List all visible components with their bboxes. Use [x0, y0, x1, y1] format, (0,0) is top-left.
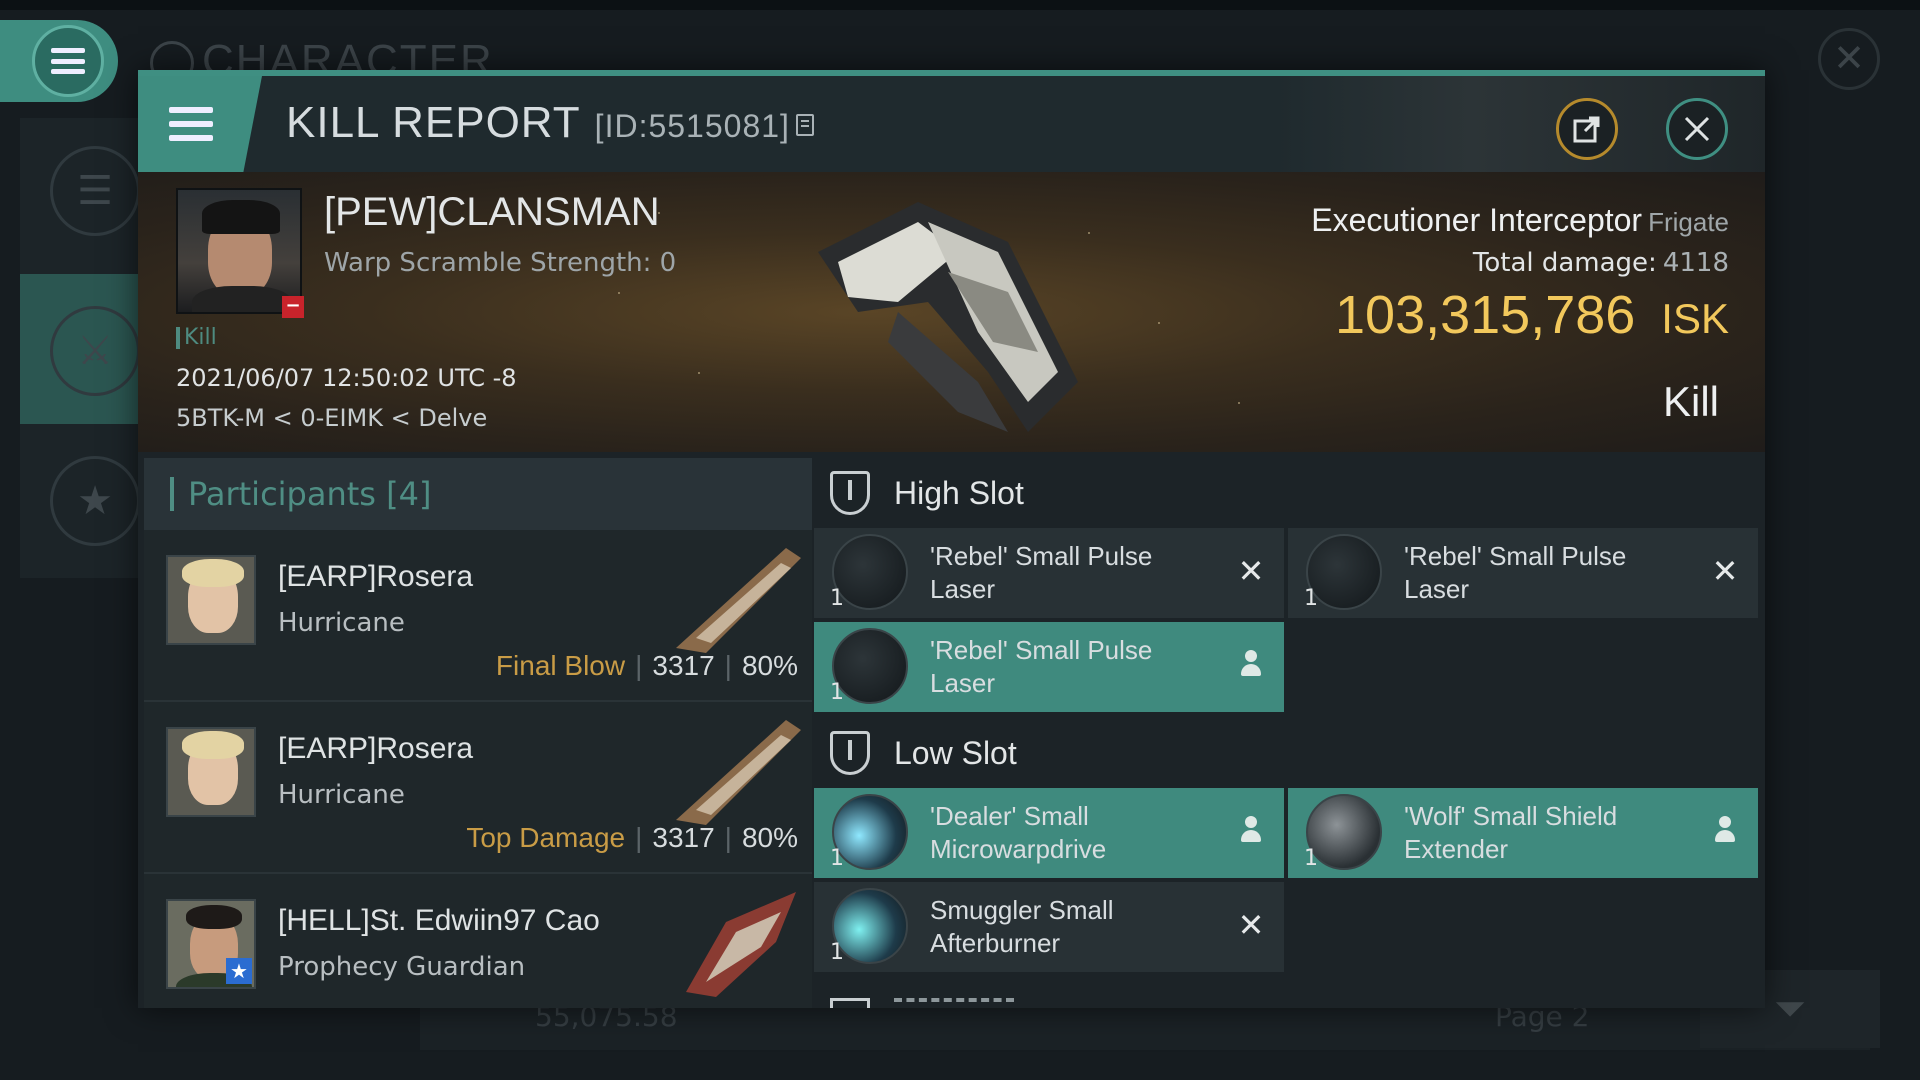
- participant-stats: Final Blow | 3317 | 80%: [495, 650, 798, 681]
- module-quantity: 1: [1304, 586, 1318, 611]
- participant-damage: 3317: [652, 822, 715, 853]
- list-icon[interactable]: ☰: [50, 146, 140, 236]
- participant-row[interactable]: [EARP]Rosera Hurricane Final Blow | 3317 | 8…: [144, 530, 812, 702]
- main-menu-button[interactable]: [0, 20, 118, 102]
- module-quantity: 1: [830, 586, 844, 611]
- modal-title: KILL REPORT [ID:5515081]: [286, 98, 814, 148]
- copy-icon[interactable]: [795, 114, 814, 137]
- participants-header[interactable]: Participants [4]: [144, 458, 812, 530]
- module-item[interactable]: 1 'Rebel' Small Pulse Laser: [814, 622, 1284, 712]
- low-slot-header: Low Slot: [830, 718, 1017, 788]
- victim-summary: − [PEW]CLANSMAN Warp Scramble Strength: …: [138, 172, 1765, 452]
- module-item[interactable]: 1 Smuggler Small Afterburner ✕: [814, 882, 1284, 972]
- dropped-person-icon: [1240, 650, 1262, 680]
- top-bar: [0, 0, 1920, 10]
- victim-ship-image[interactable]: [778, 182, 1108, 442]
- participant-ship: Hurricane: [278, 608, 405, 638]
- isk-value: 103,315,786 ISK: [1335, 285, 1729, 345]
- module-quantity: 1: [1304, 846, 1318, 871]
- module-item[interactable]: 1 'Wolf' Small Shield Extender: [1288, 788, 1758, 878]
- crossed-swords-icon[interactable]: ⚔: [50, 306, 140, 396]
- participants-panel: Participants [4] [EARP]Rosera Hurricane …: [144, 458, 812, 1008]
- hamburger-icon: [169, 107, 213, 141]
- kill-report-modal: KILL REPORT[ID:5515081] − [PEW]CLANSMAN: [138, 70, 1765, 1008]
- close-icon: [1684, 116, 1710, 142]
- kill-id: [ID:5515081]: [594, 108, 790, 144]
- module-name: Smuggler Small Afterburner: [930, 895, 1114, 958]
- participant-stats: Top Damage | 3317 | 80%: [466, 822, 798, 853]
- participant-role: Top Damage: [466, 822, 626, 853]
- fitting-panel: High Slot 1 'Rebel' Small Pulse Laser ✕ …: [814, 458, 1765, 1008]
- star-icon[interactable]: ★: [50, 456, 140, 546]
- kill-result: Kill: [1662, 378, 1719, 425]
- kill-location[interactable]: 5BTK-M < 0-EIMK < Delve: [176, 404, 487, 432]
- share-icon: [1573, 116, 1600, 143]
- mid-slot-icon: [830, 998, 870, 1008]
- kill-tag: Kill: [176, 327, 217, 349]
- star-badge-icon: ★: [226, 958, 252, 984]
- module-name: 'Rebel' Small Pulse Laser: [930, 635, 1153, 698]
- dropped-person-icon: [1240, 816, 1262, 846]
- module-quantity: 1: [830, 940, 844, 965]
- module-quantity: 1: [830, 846, 844, 871]
- participant-ship: Hurricane: [278, 780, 405, 810]
- participant-name: [EARP]Rosera: [278, 560, 474, 593]
- low-slot-icon: [830, 731, 870, 775]
- ship-name[interactable]: Executioner Interceptor Frigate: [1311, 202, 1729, 239]
- participant-name: [HELL]St. Edwiin97 Cao: [278, 904, 600, 937]
- module-quantity: 1: [830, 680, 844, 705]
- share-button[interactable]: [1556, 98, 1618, 160]
- corp-badge-icon: −: [282, 296, 304, 318]
- participant-ship: Prophecy Guardian: [278, 952, 526, 982]
- participant-ship-image: [686, 892, 796, 997]
- participant-row[interactable]: ★ [HELL]St. Edwiin97 Cao Prophecy Guardi…: [144, 874, 812, 1008]
- total-damage: Total damage: 4118: [1472, 248, 1729, 278]
- module-item[interactable]: 1 'Rebel' Small Pulse Laser ✕: [814, 528, 1284, 618]
- destroyed-icon: ✕: [1711, 552, 1739, 590]
- dropped-person-icon: [1714, 816, 1736, 846]
- warp-scramble-strength: Warp Scramble Strength: 0: [324, 248, 677, 278]
- module-name: 'Wolf' Small Shield Extender: [1404, 801, 1618, 864]
- module-name: 'Rebel' Small Pulse Laser: [930, 541, 1153, 604]
- report-menu-button[interactable]: [138, 76, 262, 172]
- kill-datetime: 2021/06/07 12:50:02 UTC -8: [176, 364, 517, 392]
- high-slot-header: High Slot: [830, 458, 1024, 528]
- ship-class: Frigate: [1648, 207, 1729, 237]
- victim-name[interactable]: [PEW]CLANSMAN: [324, 190, 660, 235]
- participant-percent: 80%: [741, 822, 798, 853]
- hamburger-icon: [51, 48, 85, 74]
- module-name: 'Dealer' Small Microwarpdrive: [930, 801, 1107, 864]
- mid-slot-header: [894, 998, 1014, 1008]
- destroyed-icon: ✕: [1237, 552, 1265, 590]
- participant-ship-image: [676, 720, 801, 825]
- participant-portrait[interactable]: [166, 555, 256, 645]
- close-button[interactable]: [1666, 98, 1728, 160]
- participant-portrait[interactable]: [166, 727, 256, 817]
- background-close-button[interactable]: ✕: [1818, 28, 1880, 90]
- modal-header: KILL REPORT [ID:5515081]: [138, 76, 1765, 172]
- participant-damage: 3317: [652, 650, 715, 681]
- participant-row[interactable]: [EARP]Rosera Hurricane Top Damage | 3317 | 8…: [144, 702, 812, 874]
- module-item[interactable]: 1 'Dealer' Small Microwarpdrive: [814, 788, 1284, 878]
- destroyed-icon: ✕: [1237, 906, 1265, 944]
- module-item[interactable]: 1 'Rebel' Small Pulse Laser ✕: [1288, 528, 1758, 618]
- module-name: 'Rebel' Small Pulse Laser: [1404, 541, 1627, 604]
- participant-role: Final Blow: [495, 650, 626, 681]
- high-slot-icon: [830, 471, 870, 515]
- participant-percent: 80%: [741, 650, 798, 681]
- participant-name: [EARP]Rosera: [278, 732, 474, 765]
- participant-ship-image: [676, 548, 801, 653]
